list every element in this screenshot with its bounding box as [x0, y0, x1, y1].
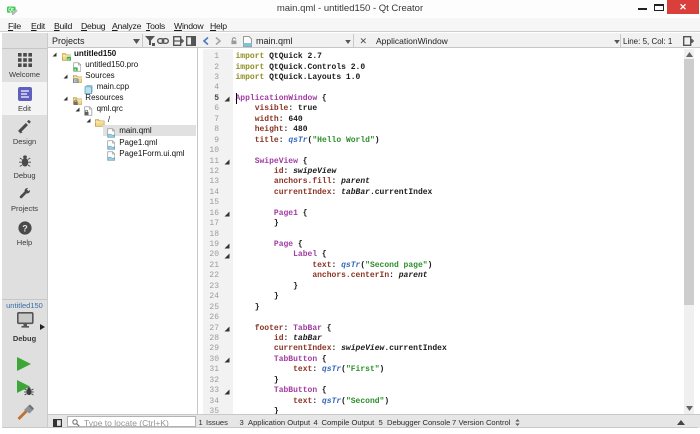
svg-text:?: ? — [22, 223, 28, 233]
svg-text:qt: qt — [67, 57, 70, 61]
